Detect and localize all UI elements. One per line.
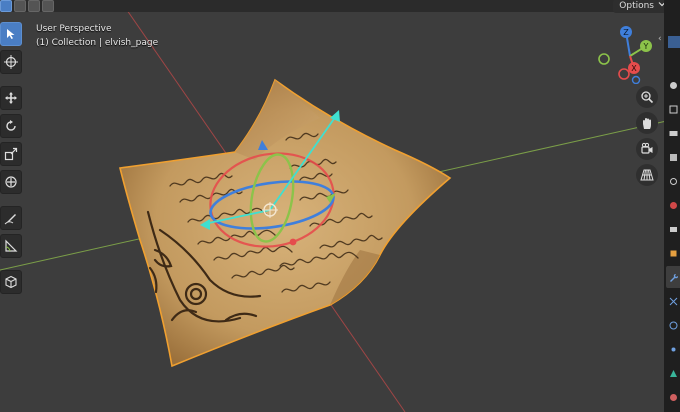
output-icon <box>669 130 677 136</box>
transform-tool-button[interactable] <box>0 170 22 194</box>
navigation-gizmo[interactable]: Z Y X <box>596 24 660 85</box>
view-name: User Perspective <box>36 24 112 34</box>
rotate-icon <box>6 120 16 131</box>
options-label: Options <box>619 1 654 11</box>
tool-icon <box>669 81 677 89</box>
add-cube-tool-button[interactable] <box>0 270 22 294</box>
scene-icon <box>669 177 677 185</box>
viewport-nav-buttons <box>636 86 658 186</box>
move-tool-button[interactable] <box>0 86 22 110</box>
measure-tool-button[interactable] <box>0 234 22 258</box>
tab-modifiers[interactable] <box>666 266 680 288</box>
tab-physics[interactable] <box>666 314 680 336</box>
object-icon <box>670 250 676 256</box>
properties-tabs <box>666 74 680 408</box>
neg-x-axis-handle <box>618 68 630 80</box>
view-layer-icon <box>669 153 677 161</box>
rotate-tool-button[interactable] <box>0 114 22 138</box>
cursor-tool-button[interactable] <box>0 50 22 74</box>
select-cursor-icon <box>7 29 15 39</box>
collection-info: (1) Collection | elvish_page <box>36 38 159 48</box>
particles-icon <box>669 297 677 305</box>
constraints-icon <box>671 347 675 351</box>
material-icon <box>669 393 677 401</box>
viewport-info: User Perspective (1) Collection | elvish… <box>36 22 158 50</box>
annotate-tool-button[interactable] <box>0 206 22 230</box>
x-axis-label: X <box>631 64 637 73</box>
tab-world[interactable] <box>666 194 680 216</box>
render-icon <box>669 105 677 113</box>
zoom-icon <box>641 91 654 104</box>
neg-z-axis-handle <box>631 75 641 85</box>
select-tool-button[interactable] <box>0 22 22 46</box>
wrench-icon <box>669 273 678 282</box>
scale-tool-button[interactable] <box>0 142 22 166</box>
pan-button[interactable] <box>636 112 658 134</box>
tab-scene[interactable] <box>666 170 680 192</box>
select-mode-intersect-button[interactable] <box>42 0 54 12</box>
add-cube-icon <box>5 275 17 289</box>
tab-data[interactable] <box>666 362 680 384</box>
tab-constraints[interactable] <box>666 338 680 360</box>
scale-icon <box>4 147 18 161</box>
y-axis-label: Y <box>643 42 649 51</box>
tab-render[interactable] <box>666 98 680 120</box>
tab-collection[interactable] <box>666 218 680 240</box>
camera-icon <box>641 142 653 154</box>
viewport-scene[interactable] <box>0 0 680 412</box>
transform-icon <box>5 176 17 188</box>
tab-particles[interactable] <box>666 290 680 312</box>
measure-icon <box>5 239 18 252</box>
tab-output[interactable] <box>666 122 680 144</box>
selection-mode-group <box>0 0 54 12</box>
zoom-button[interactable] <box>636 86 658 108</box>
tab-material[interactable] <box>666 386 680 408</box>
world-icon <box>669 201 677 209</box>
perspective-toggle-button[interactable] <box>636 164 658 186</box>
select-mode-subtract-button[interactable] <box>28 0 40 12</box>
physics-icon <box>669 321 677 329</box>
tool-shelf <box>0 22 22 294</box>
select-mode-extend-button[interactable] <box>14 0 26 12</box>
z-axis-label: Z <box>623 28 629 37</box>
camera-view-button[interactable] <box>636 138 658 160</box>
hand-pan-icon <box>643 118 651 129</box>
tab-tool[interactable] <box>666 74 680 96</box>
properties-header-corner <box>664 0 680 12</box>
properties-editor-strip <box>664 0 680 412</box>
grid-perspective-icon <box>640 169 654 181</box>
tab-view-layer[interactable] <box>666 146 680 168</box>
properties-header-accent <box>668 36 680 48</box>
viewport-header: Options <box>0 0 680 13</box>
3d-viewport[interactable]: User Perspective (1) Collection | elvish… <box>0 0 680 412</box>
annotate-icon <box>4 214 16 225</box>
cursor-target-icon <box>4 55 18 69</box>
move-icon <box>5 92 17 104</box>
tab-object[interactable] <box>666 242 680 264</box>
mesh-data-icon <box>669 369 677 377</box>
select-mode-set-button[interactable] <box>0 0 12 12</box>
collection-icon <box>669 226 677 232</box>
neg-y-axis-handle <box>598 53 610 65</box>
